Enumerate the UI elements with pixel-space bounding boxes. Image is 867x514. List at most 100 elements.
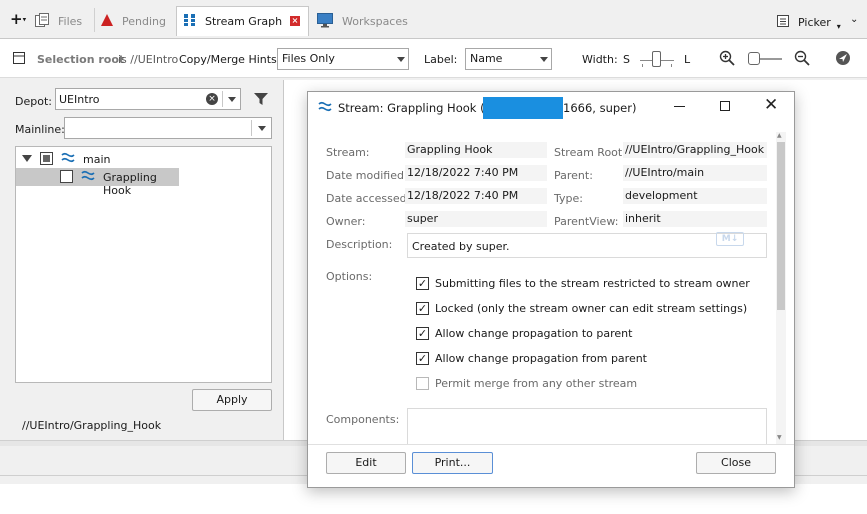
tree-checkbox[interactable] [60,170,73,183]
components-label: Components: [326,413,400,426]
stream-icon [81,169,95,186]
depot-label: Depot: [15,95,52,108]
stream-graph-icon [183,13,197,30]
pending-icon [100,13,114,30]
copy-merge-hints-label: Copy/Merge Hints: [179,53,281,66]
mainline-label: Mainline: [15,123,65,136]
date-modified-label: Date modified: [326,169,408,182]
stream-field-value: Grappling Hook [405,142,547,158]
width-label: Width: [582,53,618,66]
close-button[interactable]: Close [696,452,776,474]
chevron-down-icon [258,126,266,131]
stream-icon [61,151,75,168]
date-accessed-label: Date accessed: [326,192,411,205]
option-locked[interactable]: ✓ Locked (only the stream owner can edit… [416,300,747,316]
tab-stream-graph[interactable]: Stream Graph × [176,6,309,36]
tab-stream-graph-label: Stream Graph [205,15,283,28]
files-icon [34,12,50,31]
option-propagate-to-parent[interactable]: ✓ Allow change propagation to parent [416,325,632,341]
add-tab-button[interactable]: +▾ [10,11,26,28]
minimize-button[interactable] [674,106,685,107]
description-box[interactable]: Created by super. M↓ [407,232,767,258]
tree-checkbox[interactable] [40,152,53,165]
chevron-down-icon: ▾ [836,22,841,31]
close-icon[interactable]: ✕ [764,97,778,114]
navigate-icon[interactable] [835,50,851,69]
owner-value: super [405,211,547,227]
type-value: development [623,188,767,204]
picker-icon [776,14,790,31]
option-restrict-owner[interactable]: ✓ Submitting files to the stream restric… [416,275,750,291]
options-label: Options: [326,270,373,283]
mainline-select[interactable] [64,117,272,139]
checkbox-checked[interactable]: ✓ [416,351,429,365]
tab-workspaces[interactable]: Workspaces [316,6,416,36]
tree-item-label: main [83,153,111,166]
scrollbar-thumb[interactable] [777,142,785,310]
width-large-label: L [684,53,691,66]
chevron-down-icon[interactable] [228,97,236,102]
checkbox-checked[interactable]: ✓ [416,326,429,340]
label-label: Label: [424,53,458,66]
type-label: Type: [554,192,583,205]
zoom-slider[interactable] [748,51,782,67]
picker-button[interactable]: Picker ▾ [776,14,841,31]
selection-root-value: is //UEIntro [118,53,179,66]
copy-merge-hints-select[interactable]: Files Only [277,48,409,70]
parent-value: //UEIntro/main [623,165,767,181]
chevron-down-icon [540,57,548,62]
chevron-down-icon [397,57,405,62]
selection-root-label: Selection root [37,53,125,66]
close-tab-icon[interactable]: × [290,16,300,26]
toolbar: Selection root is //UEIntro Copy/Merge H… [0,38,867,78]
dialog-scrollbar[interactable]: ▲ ▼ [776,132,786,444]
selected-stream-path: //UEIntro/Grappling_Hook [22,419,162,432]
stream-dialog: Stream: Grappling Hook (ss 1666, super) … [307,91,795,488]
expand-chevron-icon[interactable]: ⌄ [850,14,858,25]
edit-button[interactable]: Edit [326,452,406,474]
parentview-value: inherit [623,211,767,227]
workspaces-icon [316,12,334,31]
checkbox-unchecked[interactable] [416,376,429,390]
details-pane [0,484,867,514]
checkbox-checked[interactable]: ✓ [416,301,429,315]
dialog-title-prefix: Stream: Grappling Hook (ss [338,101,497,115]
checkbox-checked[interactable]: ✓ [416,276,429,290]
filter-icon[interactable] [253,91,269,110]
width-small-label: S [623,53,630,66]
option-permit-merge[interactable]: Permit merge from any other stream [416,375,637,391]
tab-files-label: Files [58,14,83,28]
clear-icon[interactable]: × [206,93,218,105]
slider-thumb[interactable] [748,52,760,65]
depot-input[interactable]: UEIntro × [55,88,241,110]
slider-thumb[interactable] [652,51,661,67]
parentview-label: ParentView: [554,215,619,228]
tab-files[interactable]: Files [34,6,94,36]
tree-item-main[interactable]: main [16,150,271,168]
width-slider[interactable] [640,51,674,67]
maximize-button[interactable] [720,101,730,111]
dialog-title-suffix: 1666, super) [563,101,637,115]
tab-workspaces-label: Workspaces [342,14,408,28]
expand-arrow-icon[interactable] [22,155,32,162]
print-button[interactable]: Print... [412,452,493,474]
stream-tree: main Grappling Hook [15,146,272,383]
tree-item-grappling-hook[interactable]: Grappling Hook [16,168,179,197]
panel-toggle-icon[interactable] [12,51,26,68]
zoom-in-icon[interactable] [719,50,735,69]
stream-root-value: //UEIntro/Grappling_Hook [623,142,767,158]
components-box[interactable] [407,408,767,444]
markdown-icon: M↓ [716,232,744,246]
tab-bar: +▾ Files Pending Stream Graph × Workspac… [0,0,867,38]
zoom-out-icon[interactable] [794,50,810,69]
option-propagate-from-parent[interactable]: ✓ Allow change propagation from parent [416,350,647,366]
tab-pending-label: Pending [122,14,166,28]
apply-button[interactable]: Apply [192,389,272,411]
date-modified-value: 12/18/2022 7:40 PM [405,165,547,181]
stream-icon [318,100,332,117]
tab-pending[interactable]: Pending [100,6,176,36]
label-select[interactable]: Name [465,48,552,70]
redaction-box [483,97,563,119]
parent-label: Parent: [554,169,593,182]
owner-label: Owner: [326,215,366,228]
